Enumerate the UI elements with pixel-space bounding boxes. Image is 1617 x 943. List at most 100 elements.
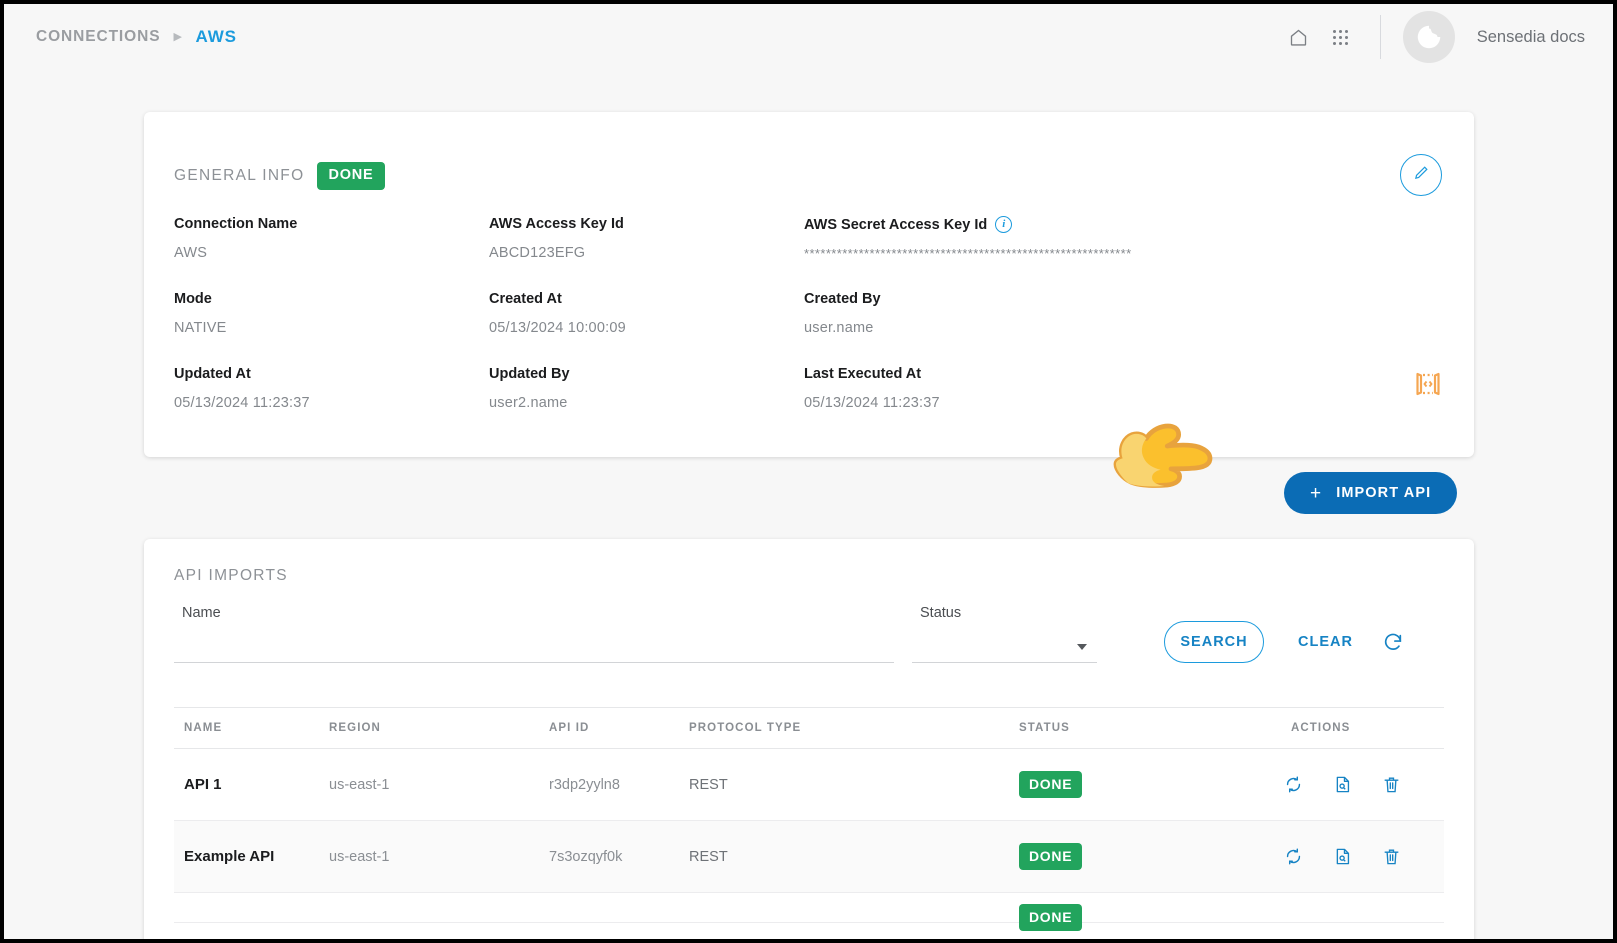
field-value: 05/13/2024 11:23:37: [804, 395, 1444, 411]
name-filter-label: Name: [182, 605, 221, 621]
breadcrumb: CONNECTIONS ▶ AWS: [36, 27, 237, 47]
name-filter-field[interactable]: Name: [174, 605, 894, 663]
field-aws-secret-access-key-id: AWS Secret Access Key Id i *************…: [804, 216, 1444, 261]
cell-protocol-type: REST: [689, 777, 1019, 793]
field-label: Mode: [174, 291, 489, 307]
top-bar-actions: Sensedia docs: [1278, 11, 1585, 63]
table-row[interactable]: DONE: [174, 893, 1444, 923]
code-payload-icon[interactable]: [1412, 368, 1444, 405]
field-value: 05/13/2024 10:00:09: [489, 320, 804, 336]
sync-icon[interactable]: [1284, 775, 1303, 794]
import-api-button[interactable]: + IMPORT API: [1284, 472, 1457, 514]
document-search-icon[interactable]: [1333, 775, 1352, 794]
breadcrumb-connections[interactable]: CONNECTIONS: [36, 28, 160, 46]
field-aws-access-key-id: AWS Access Key Id ABCD123EFG: [489, 216, 804, 261]
table-row[interactable]: Example API us-east-1 7s3ozqyf0k REST DO…: [174, 821, 1444, 893]
field-updated-at: Updated At 05/13/2024 11:23:37: [174, 366, 489, 411]
api-imports-card: API IMPORTS Name Status SEARCH CLEAR NAM…: [144, 539, 1474, 943]
status-badge: DONE: [1019, 904, 1082, 931]
field-value: user2.name: [489, 395, 804, 411]
general-info-header: GENERAL INFO DONE: [174, 162, 385, 190]
field-value: ****************************************…: [804, 246, 1444, 261]
general-info-card: GENERAL INFO DONE Connection Name AWS AW…: [144, 112, 1474, 457]
column-header-protocol-type: PROTOCOL TYPE: [689, 722, 1019, 734]
plus-icon: +: [1310, 484, 1322, 503]
column-header-actions: ACTIONS: [1269, 722, 1444, 734]
cell-api-id: r3dp2yyln8: [549, 777, 689, 793]
top-bar-divider: [1380, 15, 1381, 59]
field-label: Connection Name: [174, 216, 489, 232]
field-label: AWS Secret Access Key Id i: [804, 216, 1444, 233]
cell-status: DONE: [1019, 894, 1269, 921]
apps-grid-icon[interactable]: [1320, 16, 1362, 58]
field-row: Updated At 05/13/2024 11:23:37 Updated B…: [174, 366, 1444, 411]
user-name-label: Sensedia docs: [1477, 28, 1585, 47]
trash-icon[interactable]: [1382, 847, 1401, 866]
edit-button[interactable]: [1400, 154, 1442, 196]
field-value: AWS: [174, 245, 489, 261]
status-filter-label: Status: [920, 605, 961, 621]
field-created-by: Created By user.name: [804, 291, 1444, 336]
api-imports-title: API IMPORTS: [174, 567, 288, 585]
column-header-region: REGION: [329, 722, 549, 734]
app-screen: CONNECTIONS ▶ AWS Sensedia docs: [0, 0, 1617, 943]
api-imports-table: NAME REGION API ID PROTOCOL TYPE STATUS …: [174, 707, 1444, 923]
cell-name: Example API: [174, 848, 329, 865]
cell-api-id: 7s3ozqyf0k: [549, 849, 689, 865]
table-row[interactable]: API 1 us-east-1 r3dp2yyln8 REST DONE: [174, 749, 1444, 821]
field-label: Last Executed At: [804, 366, 1444, 382]
sync-icon[interactable]: [1284, 847, 1303, 866]
field-row: Mode NATIVE Created At 05/13/2024 10:00:…: [174, 291, 1444, 336]
cell-status: DONE: [1019, 771, 1269, 798]
cell-region: us-east-1: [329, 777, 549, 793]
clear-button[interactable]: CLEAR: [1286, 621, 1365, 663]
field-label: AWS Access Key Id: [489, 216, 804, 232]
column-header-status: STATUS: [1019, 722, 1269, 734]
breadcrumb-separator-icon: ▶: [173, 32, 182, 43]
field-label: Updated By: [489, 366, 804, 382]
field-label-text: AWS Secret Access Key Id: [804, 217, 987, 233]
general-info-status-badge: DONE: [317, 162, 384, 190]
field-value: NATIVE: [174, 320, 489, 336]
chevron-down-icon[interactable]: [1077, 644, 1087, 650]
cell-actions: [1269, 847, 1444, 866]
field-updated-by: Updated By user2.name: [489, 366, 804, 411]
field-mode: Mode NATIVE: [174, 291, 489, 336]
document-search-icon[interactable]: [1333, 847, 1352, 866]
cell-name: API 1: [174, 776, 329, 793]
field-label: Created By: [804, 291, 1444, 307]
field-value: 05/13/2024 11:23:37: [174, 395, 489, 411]
info-icon[interactable]: i: [995, 216, 1012, 233]
field-label: Updated At: [174, 366, 489, 382]
trash-icon[interactable]: [1382, 775, 1401, 794]
field-value: user.name: [804, 320, 1444, 336]
field-last-executed-at: Last Executed At 05/13/2024 11:23:37: [804, 366, 1444, 411]
refresh-icon[interactable]: [1374, 623, 1412, 661]
status-filter-select[interactable]: Status: [912, 605, 1097, 663]
top-bar: CONNECTIONS ▶ AWS Sensedia docs: [4, 4, 1613, 70]
field-label: Created At: [489, 291, 804, 307]
field-value: ABCD123EFG: [489, 245, 804, 261]
status-badge: DONE: [1019, 771, 1082, 798]
cell-status: DONE: [1019, 843, 1269, 870]
general-info-title: GENERAL INFO: [174, 167, 304, 185]
cell-actions: [1269, 775, 1444, 794]
api-imports-header: API IMPORTS: [174, 567, 288, 585]
general-info-fields: Connection Name AWS AWS Access Key Id AB…: [174, 216, 1444, 411]
field-created-at: Created At 05/13/2024 10:00:09: [489, 291, 804, 336]
breadcrumb-aws[interactable]: AWS: [196, 27, 237, 47]
column-header-api-id: API ID: [549, 722, 689, 734]
field-row: Connection Name AWS AWS Access Key Id AB…: [174, 216, 1444, 261]
avatar[interactable]: [1403, 11, 1455, 63]
api-imports-filters: Name Status SEARCH CLEAR: [174, 599, 1444, 669]
column-header-name: NAME: [174, 722, 329, 734]
status-badge: DONE: [1019, 843, 1082, 870]
pencil-icon: [1413, 164, 1430, 186]
import-api-label: IMPORT API: [1336, 485, 1431, 501]
cell-protocol-type: REST: [689, 849, 1019, 865]
table-header-row: NAME REGION API ID PROTOCOL TYPE STATUS …: [174, 707, 1444, 749]
home-icon[interactable]: [1278, 16, 1320, 58]
search-button[interactable]: SEARCH: [1164, 621, 1264, 663]
cell-region: us-east-1: [329, 849, 549, 865]
field-connection-name: Connection Name AWS: [174, 216, 489, 261]
